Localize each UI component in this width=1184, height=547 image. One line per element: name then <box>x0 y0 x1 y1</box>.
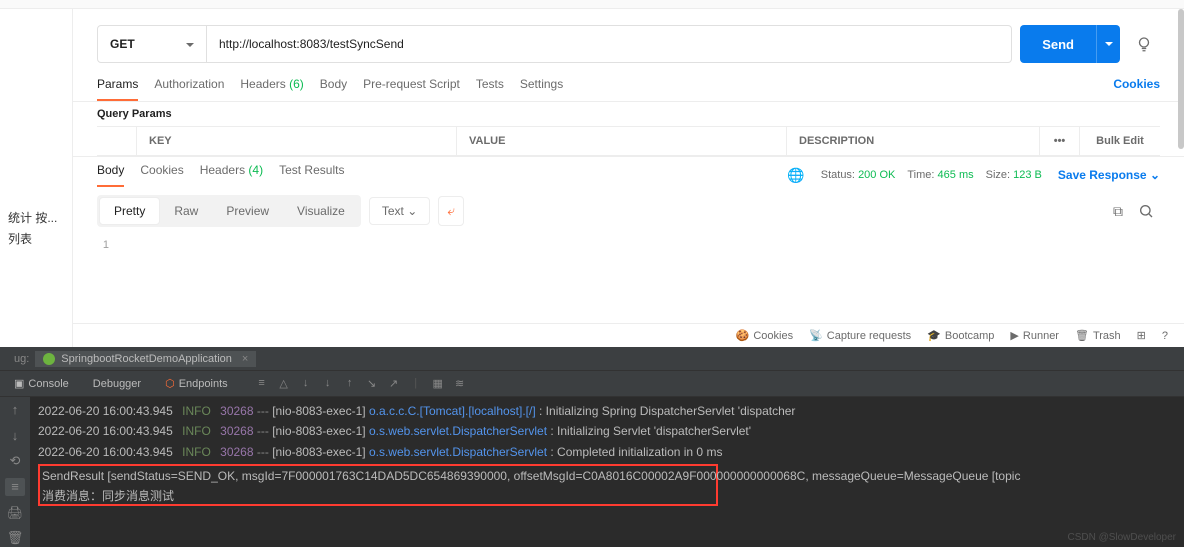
tab-authorization[interactable]: Authorization <box>154 77 224 101</box>
globe-icon[interactable]: 🌐 <box>787 167 804 184</box>
col-value: VALUE <box>457 127 787 155</box>
cookies-link[interactable]: Cookies <box>1113 77 1160 99</box>
send-button[interactable]: Send <box>1020 25 1096 63</box>
tool-icon[interactable]: ↗ <box>386 377 402 390</box>
footer-runner[interactable]: ▶ Runner <box>1010 329 1059 342</box>
tool-endpoints[interactable]: ⬡ Endpoints <box>159 377 234 390</box>
footer-capture[interactable]: 📡 Capture requests <box>809 329 911 342</box>
footer-trash[interactable]: 🗑 Trash <box>1075 329 1121 342</box>
tool-console[interactable]: ▣ Console <box>8 377 75 390</box>
footer-cookies[interactable]: 🍪 Cookies <box>736 329 793 342</box>
response-tab-tests[interactable]: Test Results <box>279 163 344 187</box>
gutter-icon[interactable]: 🖨 <box>5 504 25 522</box>
format-raw[interactable]: Raw <box>160 197 212 225</box>
sidebar-item[interactable]: 列表 <box>8 230 64 247</box>
gutter-icon[interactable]: 🗑 <box>5 529 25 547</box>
query-params-label: Query Params <box>73 102 1184 126</box>
hint-bulb-icon[interactable] <box>1128 25 1160 63</box>
search-icon[interactable] <box>1132 197 1160 225</box>
gutter-icon[interactable]: ⟲ <box>5 452 25 470</box>
params-table-header: KEY VALUE DESCRIPTION ••• Bulk Edit <box>97 126 1160 156</box>
response-tab-body[interactable]: Body <box>97 163 124 187</box>
scrollbar[interactable] <box>1178 9 1184 149</box>
format-type-select[interactable]: Text ⌄ <box>369 197 430 225</box>
tool-icon[interactable]: ≡ <box>254 377 270 390</box>
line-number: 1 <box>97 239 121 251</box>
tool-icon[interactable]: ≋ <box>452 377 468 390</box>
watermark: CSDN @SlowDeveloper <box>1067 532 1176 543</box>
gutter-icon[interactable]: ↑ <box>5 401 25 419</box>
ide-panel: ug: SpringbootRocketDemoApplication × ▣ … <box>0 347 1184 547</box>
save-response-button[interactable]: Save Response ⌄ <box>1058 168 1160 182</box>
tool-icon[interactable]: ↓ <box>298 377 314 390</box>
more-options-icon[interactable]: ••• <box>1040 127 1080 155</box>
debug-label: ug: <box>8 353 35 365</box>
send-more-button[interactable] <box>1096 25 1120 63</box>
spring-icon <box>43 353 55 365</box>
console-output[interactable]: 2022-06-20 16:00:43.945 INFO 30268 --- [… <box>30 397 1184 547</box>
tool-icon[interactable]: ↘ <box>364 377 380 390</box>
response-status: Status: 200 OK Time: 465 ms Size: 123 B <box>821 169 1042 181</box>
tab-body[interactable]: Body <box>320 77 347 101</box>
gutter-icon[interactable]: ↓ <box>5 427 25 445</box>
tab-tests[interactable]: Tests <box>476 77 504 101</box>
col-key: KEY <box>137 127 457 155</box>
run-config-tab[interactable]: SpringbootRocketDemoApplication × <box>35 351 256 367</box>
response-tab-cookies[interactable]: Cookies <box>140 163 183 187</box>
tool-icon[interactable]: ▦ <box>430 377 446 390</box>
tool-icon[interactable]: ↓ <box>320 377 336 390</box>
response-tab-headers[interactable]: Headers (4) <box>200 163 263 187</box>
response-body[interactable]: 1 <box>73 235 1184 255</box>
url-input[interactable] <box>207 25 1012 63</box>
format-preview[interactable]: Preview <box>212 197 283 225</box>
footer-panels-icon[interactable]: ⊞ <box>1137 329 1146 342</box>
tool-icon[interactable]: △ <box>276 377 292 390</box>
tab-settings[interactable]: Settings <box>520 77 563 101</box>
col-description: DESCRIPTION <box>787 127 1040 155</box>
tool-icon[interactable]: ↑ <box>342 377 358 390</box>
copy-icon[interactable]: ⧉ <box>1104 197 1132 225</box>
footer-bootcamp[interactable]: 🎓 Bootcamp <box>927 329 994 342</box>
format-visualize[interactable]: Visualize <box>283 197 359 225</box>
tab-params[interactable]: Params <box>97 77 138 101</box>
bulk-edit-button[interactable]: Bulk Edit <box>1080 127 1160 155</box>
wrap-lines-button[interactable]: ⤶ <box>438 196 463 226</box>
gutter-icon[interactable]: ≡ <box>5 478 25 496</box>
format-pretty[interactable]: Pretty <box>99 197 160 225</box>
tab-headers[interactable]: Headers (6) <box>240 77 303 101</box>
close-icon[interactable]: × <box>242 353 248 365</box>
left-sidebar: 统计 按... 列表 <box>0 9 73 347</box>
tool-debugger[interactable]: Debugger <box>87 378 147 390</box>
http-method-select[interactable]: GET <box>97 25 207 63</box>
sidebar-item[interactable]: 统计 按... <box>8 209 64 226</box>
footer-help-icon[interactable]: ? <box>1162 330 1168 342</box>
tab-prerequest[interactable]: Pre-request Script <box>363 77 460 101</box>
